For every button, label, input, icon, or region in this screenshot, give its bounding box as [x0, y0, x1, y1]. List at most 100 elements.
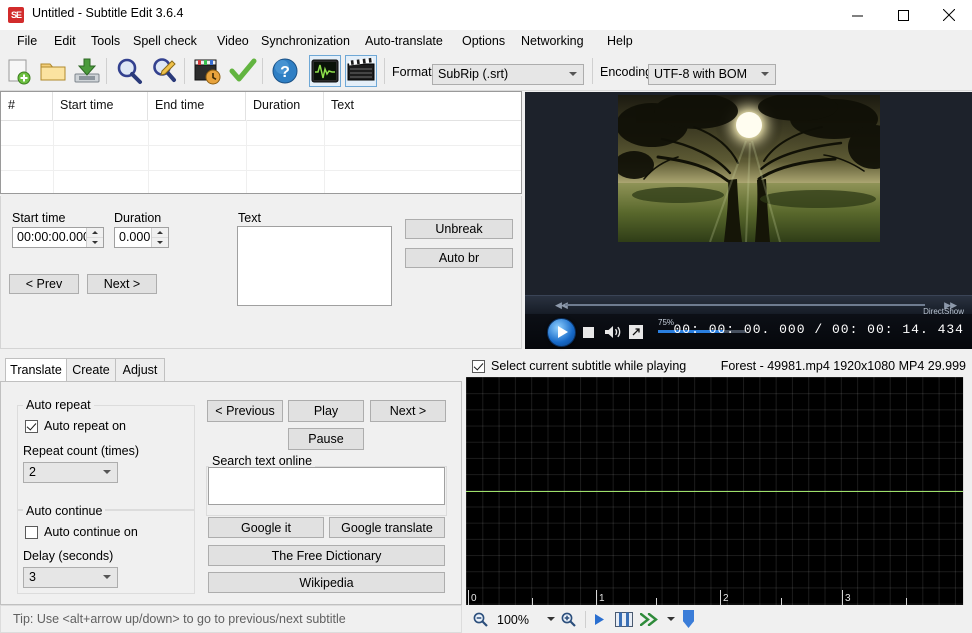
- chevron-down-icon[interactable]: [547, 617, 555, 621]
- status-bar: Tip: Use <alt+arrow up/down> to go to pr…: [0, 605, 462, 633]
- select-current-subtitle-checkbox[interactable]: [472, 360, 485, 373]
- free-dictionary-button[interactable]: The Free Dictionary: [208, 545, 445, 566]
- stop-button[interactable]: [583, 327, 594, 338]
- replace-button[interactable]: [150, 56, 180, 86]
- chevron-down-icon[interactable]: [667, 617, 675, 621]
- format-select[interactable]: SubRip (.srt): [432, 64, 584, 85]
- subtitle-edit-window: SE Untitled - Subtitle Edit 3.6.4 File E…: [0, 0, 972, 633]
- column-header-duration[interactable]: Duration: [246, 92, 324, 120]
- spin-down-icon[interactable]: [152, 238, 168, 247]
- video-engine-label: DirectShow: [923, 307, 964, 316]
- subtitle-list-header: # Start time End time Duration Text: [1, 92, 521, 121]
- unbreak-button[interactable]: Unbreak: [405, 219, 513, 239]
- next-subtitle-button[interactable]: Next >: [87, 274, 157, 294]
- zoom-out-button[interactable]: [473, 612, 488, 627]
- spin-down-icon[interactable]: [87, 238, 103, 247]
- video-player-pane[interactable]: [525, 92, 972, 295]
- pause-button[interactable]: Pause: [288, 428, 364, 450]
- ruler-label: 0: [471, 593, 477, 604]
- scene-change-button[interactable]: [615, 612, 633, 630]
- play-button[interactable]: [547, 318, 576, 347]
- waveform-toolbar: 100%: [465, 605, 972, 633]
- save-subtitle-button[interactable]: [72, 56, 102, 86]
- column-header-end-time[interactable]: End time: [148, 92, 246, 120]
- menu-item-synchronization[interactable]: Synchronization: [254, 30, 357, 52]
- next-button[interactable]: Next >: [370, 400, 446, 422]
- column-header-index[interactable]: #: [1, 92, 53, 120]
- menu-item-file[interactable]: File: [10, 30, 44, 52]
- encoding-label: Encoding: [600, 65, 653, 79]
- table-row[interactable]: [1, 145, 521, 171]
- new-subtitle-button[interactable]: [4, 56, 34, 86]
- start-time-label: Start time: [12, 211, 66, 225]
- volume-button[interactable]: [604, 324, 624, 340]
- maximize-icon: [897, 9, 909, 21]
- play-button[interactable]: Play: [288, 400, 364, 422]
- start-time-spin-buttons[interactable]: [86, 228, 103, 247]
- delay-select[interactable]: 3: [23, 567, 118, 588]
- seek-slider[interactable]: [565, 304, 925, 306]
- menu-item-networking[interactable]: Networking: [514, 30, 591, 52]
- open-subtitle-button[interactable]: [38, 56, 68, 86]
- tab-create[interactable]: Create: [66, 358, 116, 382]
- volume-icon: [605, 326, 621, 338]
- fast-forward-icon: [639, 612, 658, 627]
- zoom-in-button[interactable]: [561, 612, 576, 627]
- video-frame[interactable]: [618, 95, 880, 242]
- tab-translate[interactable]: Translate: [5, 358, 67, 382]
- waveform-display[interactable]: 0 1 2 3: [466, 377, 963, 605]
- auto-br-button[interactable]: Auto br: [405, 248, 513, 268]
- minimize-button[interactable]: [834, 0, 880, 30]
- spin-up-icon[interactable]: [87, 228, 103, 238]
- spell-check-button[interactable]: [228, 56, 258, 86]
- table-row[interactable]: [1, 170, 521, 196]
- toggle-video-button[interactable]: [345, 55, 377, 87]
- menu-item-help[interactable]: Help: [600, 30, 640, 52]
- timecode-display: 00: 00: 00. 000 / 00: 00: 14. 434: [674, 322, 965, 337]
- menu-item-options[interactable]: Options: [455, 30, 512, 52]
- fullscreen-button[interactable]: [629, 325, 643, 339]
- playback-speed-button[interactable]: [639, 612, 660, 629]
- subtitle-text-input[interactable]: [237, 226, 392, 306]
- toggle-waveform-button[interactable]: [309, 55, 341, 87]
- subtitle-edit-icon: SE: [8, 7, 24, 23]
- google-it-button[interactable]: Google it: [208, 517, 324, 538]
- menu-item-spell-check[interactable]: Spell check: [126, 30, 204, 52]
- close-button[interactable]: [926, 0, 972, 30]
- tab-adjust[interactable]: Adjust: [115, 358, 165, 382]
- previous-button[interactable]: < Previous: [207, 400, 283, 422]
- find-button[interactable]: [114, 56, 144, 86]
- visual-sync-icon: [194, 59, 221, 85]
- prev-subtitle-button[interactable]: < Prev: [9, 274, 79, 294]
- duration-spin-buttons[interactable]: [151, 228, 168, 247]
- spin-up-icon[interactable]: [152, 228, 168, 238]
- zoom-value[interactable]: 100%: [497, 613, 529, 627]
- auto-repeat-checkbox[interactable]: [25, 420, 38, 433]
- menu-item-video[interactable]: Video: [210, 30, 256, 52]
- duration-stepper[interactable]: 0.000: [114, 227, 169, 248]
- menu-item-tools[interactable]: Tools: [84, 30, 127, 52]
- waveform-scrollbar[interactable]: [963, 377, 972, 605]
- encoding-select[interactable]: UTF-8 with BOM: [648, 64, 776, 85]
- wikipedia-button[interactable]: Wikipedia: [208, 572, 445, 593]
- auto-continue-checkbox[interactable]: [25, 526, 38, 539]
- google-translate-button[interactable]: Google translate: [329, 517, 445, 538]
- menu-item-edit[interactable]: Edit: [47, 30, 83, 52]
- menu-item-auto-translate[interactable]: Auto-translate: [358, 30, 450, 52]
- column-header-text[interactable]: Text: [324, 92, 521, 120]
- translate-panel: Auto repeat Auto repeat on Repeat count …: [0, 381, 462, 605]
- column-header-start-time[interactable]: Start time: [53, 92, 148, 120]
- help-button[interactable]: ?: [270, 56, 300, 86]
- start-time-stepper[interactable]: 00:00:00.000: [12, 227, 104, 248]
- waveform-play-button[interactable]: [594, 613, 605, 629]
- maximize-button[interactable]: [880, 0, 926, 30]
- table-row[interactable]: [1, 120, 521, 146]
- search-text-online-label: Search text online: [209, 454, 316, 468]
- chevron-down-icon: [103, 470, 111, 474]
- open-folder-icon: [40, 63, 66, 81]
- subtitle-list[interactable]: # Start time End time Duration Text: [0, 91, 522, 196]
- visual-sync-button[interactable]: [192, 56, 222, 86]
- seek-row[interactable]: ◀◀ ▶▶: [525, 295, 972, 314]
- search-text-input[interactable]: [208, 467, 445, 505]
- repeat-count-select[interactable]: 2: [23, 462, 118, 483]
